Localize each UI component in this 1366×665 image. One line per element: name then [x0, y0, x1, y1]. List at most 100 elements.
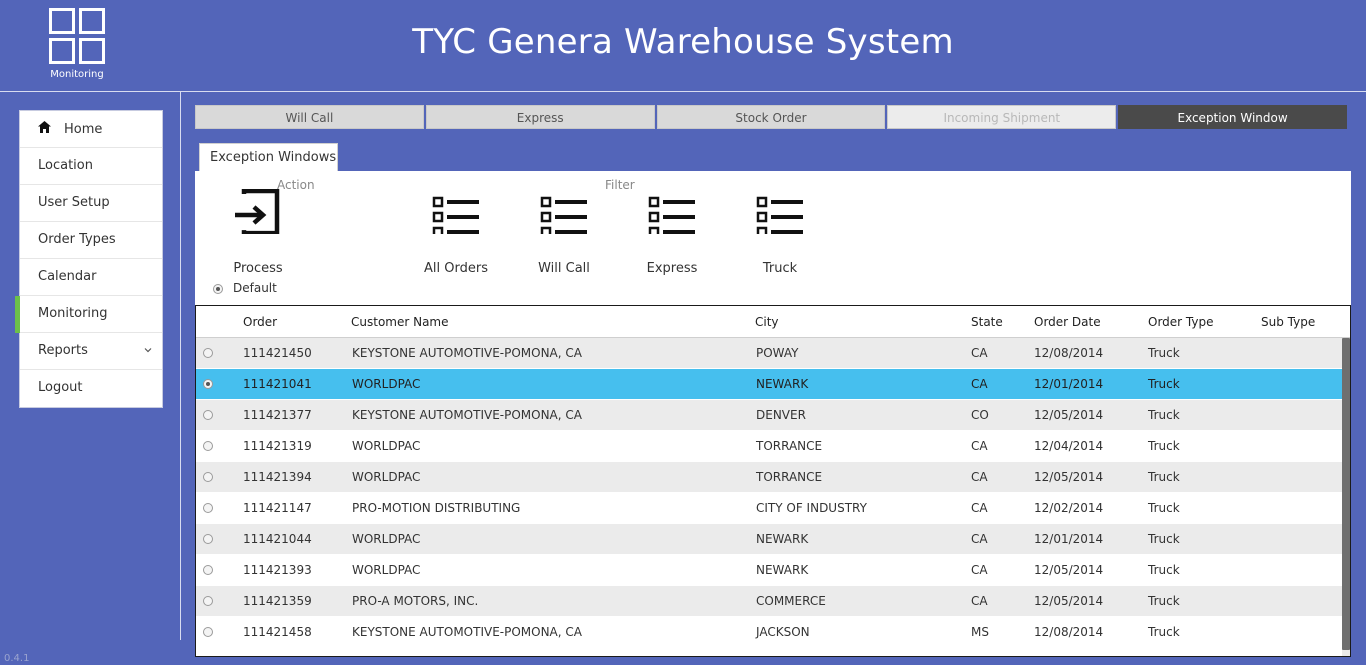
list-icon — [416, 180, 496, 238]
cell-order: 111421359 — [243, 594, 312, 608]
cell-state: CA — [971, 439, 988, 453]
row-radio[interactable] — [203, 534, 213, 544]
row-radio[interactable] — [203, 410, 213, 420]
table-row[interactable]: 111421394 WORLDPAC TORRANCE CA 12/05/2014 Tru… — [196, 462, 1342, 493]
table-row[interactable]: 111421458 KEYSTONE AUTOMOTIVE-POMONA, CA J… — [196, 617, 1342, 648]
filter-truck-button[interactable]: Truck — [740, 180, 820, 276]
tab-exception-window[interactable]: Exception Window — [1118, 105, 1347, 129]
row-radio[interactable] — [203, 503, 213, 513]
list-icon — [632, 180, 712, 238]
cell-customer: KEYSTONE AUTOMOTIVE-POMONA, CA — [352, 625, 582, 639]
filter-all-orders-label: All Orders — [424, 261, 488, 276]
process-button[interactable]: Process — [218, 180, 298, 276]
sidebar-item-label: User Setup — [38, 195, 110, 210]
chevron-down-icon — [144, 333, 152, 369]
table-row[interactable]: 111421359 PRO-A MOTORS, INC. COMMERCE CA 12/… — [196, 586, 1342, 617]
sidebar-item-location[interactable]: Location — [20, 148, 162, 185]
row-radio[interactable] — [203, 441, 213, 451]
home-icon — [38, 111, 52, 147]
filter-will-call-button[interactable]: Will Call — [524, 180, 604, 276]
tab-exception-windows[interactable]: Exception Windows — [199, 143, 338, 172]
process-icon — [218, 180, 298, 236]
filter-express-button[interactable]: Express — [632, 180, 712, 276]
cell-order: 111421377 — [243, 408, 312, 422]
cell-type: Truck — [1148, 377, 1180, 391]
column-header-city[interactable]: City — [755, 315, 779, 329]
tab-will-call[interactable]: Will Call — [195, 105, 424, 129]
row-radio[interactable] — [203, 379, 213, 389]
table-row[interactable]: 111421393 WORLDPAC NEWARK CA 12/05/2014 Truck — [196, 555, 1342, 586]
sidebar-item-label: Order Types — [38, 232, 116, 247]
cell-customer: WORLDPAC — [352, 439, 421, 453]
column-header-order[interactable]: Order — [243, 315, 277, 329]
table-row[interactable]: 111421377 KEYSTONE AUTOMOTIVE-POMONA, CA D… — [196, 400, 1342, 431]
cell-order: 111421044 — [243, 532, 312, 546]
row-radio[interactable] — [203, 627, 213, 637]
default-radio[interactable]: Default — [213, 281, 277, 295]
cell-state: CA — [971, 501, 988, 515]
cell-type: Truck — [1148, 563, 1180, 577]
table-row[interactable]: 111421147 PRO-MOTION DISTRIBUTING CITY OF … — [196, 493, 1342, 524]
cell-city: DENVER — [756, 408, 806, 422]
cell-date: 12/05/2014 — [1034, 594, 1104, 608]
sidebar-item-calendar[interactable]: Calendar — [20, 259, 162, 296]
cell-state: CO — [971, 408, 989, 422]
sidebar-item-user-setup[interactable]: User Setup — [20, 185, 162, 222]
logo-label: Monitoring — [50, 69, 104, 80]
column-header-order-date[interactable]: Order Date — [1034, 315, 1101, 329]
cell-date: 12/05/2014 — [1034, 408, 1104, 422]
radio-icon — [213, 283, 223, 294]
row-radio[interactable] — [203, 472, 213, 482]
grid-body: 111421450 KEYSTONE AUTOMOTIVE-POMONA, CA P… — [196, 338, 1342, 656]
table-row[interactable]: 111421319 WORLDPAC TORRANCE CA 12/04/2014 Tru… — [196, 431, 1342, 462]
column-header-order-type[interactable]: Order Type — [1148, 315, 1213, 329]
sidebar-item-label: Calendar — [38, 269, 97, 284]
cell-customer: WORLDPAC — [352, 532, 421, 546]
table-row[interactable]: 111421044 WORLDPAC NEWARK CA 12/01/2014 Truck — [196, 524, 1342, 555]
filter-all-orders-button[interactable]: All Orders — [416, 180, 496, 276]
default-label: Default — [233, 281, 277, 295]
tab-stock-order[interactable]: Stock Order — [656, 105, 886, 129]
table-row[interactable]: 111421041 WORLDPAC NEWARK CA 12/01/2014 Truck — [196, 369, 1342, 400]
app-title: TYC Genera Warehouse System — [412, 22, 954, 62]
cell-date: 12/01/2014 — [1034, 532, 1104, 546]
filter-express-label: Express — [646, 261, 698, 276]
row-radio[interactable] — [203, 348, 213, 358]
column-header-customer-name[interactable]: Customer Name — [351, 315, 449, 329]
cell-type: Truck — [1148, 346, 1180, 360]
cell-state: CA — [971, 470, 988, 484]
cell-city: JACKSON — [756, 625, 810, 639]
row-radio[interactable] — [203, 596, 213, 606]
column-header-sub-type[interactable]: Sub Type — [1261, 315, 1315, 329]
sidebar-item-home[interactable]: Home — [20, 111, 162, 148]
grid-scrollbar[interactable] — [1342, 338, 1350, 656]
row-radio[interactable] — [203, 565, 213, 575]
sidebar-item-monitoring[interactable]: Monitoring — [15, 296, 162, 333]
table-row[interactable]: 111421450 KEYSTONE AUTOMOTIVE-POMONA, CA P… — [196, 338, 1342, 369]
sidebar-item-logout[interactable]: Logout — [20, 370, 162, 407]
sidebar-item-reports[interactable]: Reports — [20, 333, 162, 370]
tab-express[interactable]: Express — [425, 105, 655, 129]
cell-city: COMMERCE — [756, 594, 826, 608]
cell-state: CA — [971, 346, 988, 360]
top-tab-bar: Will Call Express Stock Order Incoming S… — [195, 105, 1347, 129]
sidebar-item-order-types[interactable]: Order Types — [20, 222, 162, 259]
cell-date: 12/02/2014 — [1034, 501, 1104, 515]
cell-customer: WORLDPAC — [352, 377, 421, 391]
cell-state: CA — [971, 532, 988, 546]
column-header-state[interactable]: State — [971, 315, 1003, 329]
cell-customer: KEYSTONE AUTOMOTIVE-POMONA, CA — [352, 346, 582, 360]
cell-order: 111421458 — [243, 625, 312, 639]
cell-date: 12/04/2014 — [1034, 439, 1104, 453]
cell-city: NEWARK — [756, 377, 809, 391]
tab-incoming-shipment[interactable]: Incoming Shipment — [887, 105, 1117, 129]
scrollbar-thumb[interactable] — [1342, 338, 1350, 650]
process-label: Process — [233, 261, 283, 276]
cell-state: CA — [971, 563, 988, 577]
cell-type: Truck — [1148, 408, 1180, 422]
sidebar-nav: Home Location User Setup Order Types Cal… — [15, 110, 163, 408]
cell-city: POWAY — [756, 346, 799, 360]
cell-date: 12/05/2014 — [1034, 563, 1104, 577]
app-header: Monitoring TYC Genera Warehouse System — [0, 0, 1366, 91]
cell-customer: KEYSTONE AUTOMOTIVE-POMONA, CA — [352, 408, 582, 422]
